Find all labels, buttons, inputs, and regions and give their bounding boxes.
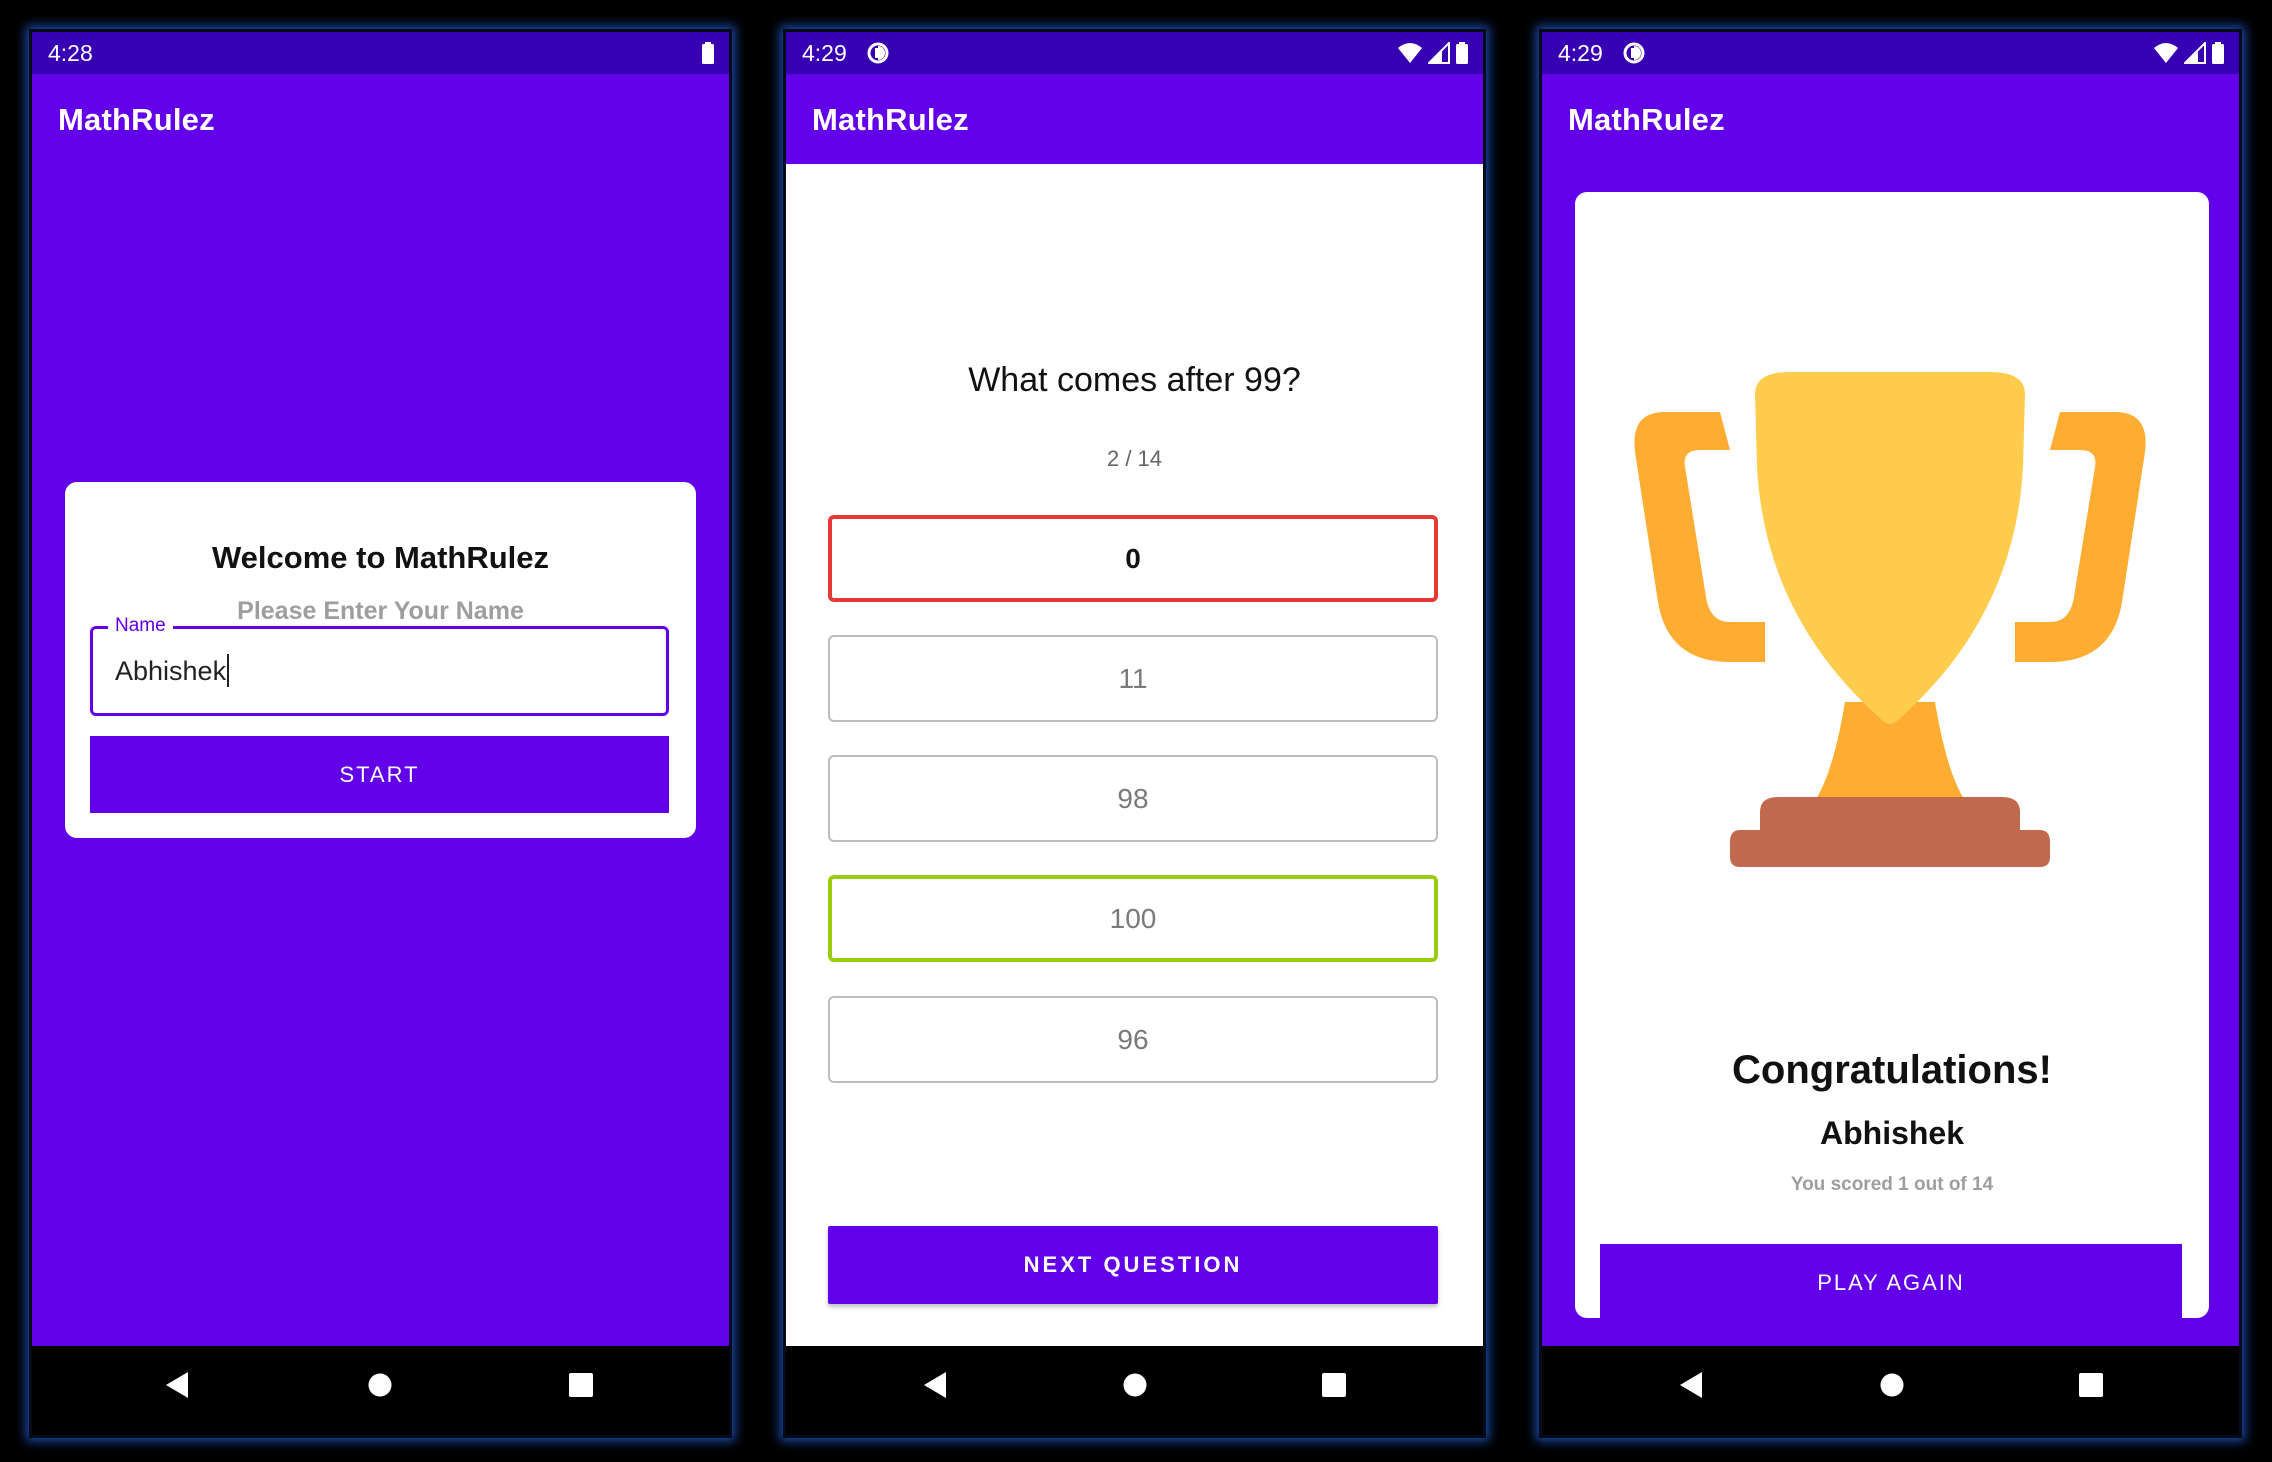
score-text: You scored 1 out of 14 xyxy=(1790,1174,1994,1195)
answer-option-correct[interactable]: 100 xyxy=(828,875,1438,962)
battery-icon xyxy=(2212,42,2224,64)
signal-icon xyxy=(2184,42,2206,64)
status-bar: 4:29 xyxy=(786,32,1483,74)
app-bar: MathRulez xyxy=(32,74,729,164)
app-title: MathRulez xyxy=(1568,102,1725,137)
sync-icon xyxy=(1623,42,1645,64)
congratulations-heading: Congratulations! xyxy=(1732,1048,2052,1092)
status-icons xyxy=(701,41,715,65)
recents-icon[interactable] xyxy=(1321,1370,1347,1400)
app-bar: MathRulez xyxy=(1542,74,2239,164)
status-time: 4:28 xyxy=(48,40,93,66)
result-card: Congratulations! Abhishek You scored 1 o… xyxy=(1575,192,2209,1321)
home-icon[interactable] xyxy=(1878,1370,1906,1400)
status-icons xyxy=(2153,41,2225,65)
status-time: 4:29 xyxy=(802,40,847,66)
home-icon[interactable] xyxy=(366,1370,394,1400)
status-time: 4:29 xyxy=(1558,40,1603,66)
question-text: What comes after 99? xyxy=(968,361,1301,399)
welcome-title: Welcome to MathRulez xyxy=(211,540,550,575)
phone-screen-welcome: 4:28 MathRulez Welcome to MathRulez Plea… xyxy=(29,29,732,1438)
start-button[interactable]: START xyxy=(90,736,669,813)
text-cursor xyxy=(227,654,230,688)
battery-icon xyxy=(1456,42,1468,64)
name-input-label: Name xyxy=(108,615,173,637)
wifi-icon xyxy=(2154,43,2178,63)
app-bar: MathRulez xyxy=(786,74,1483,164)
question-progress: 2 / 14 xyxy=(1106,446,1163,471)
next-question-button[interactable]: NEXT QUESTION xyxy=(828,1226,1438,1304)
wifi-icon xyxy=(1398,43,1422,63)
welcome-card: Welcome to MathRulez Please Enter Your N… xyxy=(65,482,696,838)
app-title: MathRulez xyxy=(812,102,969,137)
name-input-value: Abhishek xyxy=(115,656,227,686)
sync-icon xyxy=(867,42,889,64)
recents-icon[interactable] xyxy=(568,1370,594,1400)
phone-screen-quiz: 4:29 MathRulez What comes after 99? 2 / … xyxy=(783,29,1486,1438)
trophy-icon xyxy=(1634,372,2146,867)
status-bar: 4:28 xyxy=(32,32,729,74)
name-input[interactable]: Name Abhishek xyxy=(90,615,669,716)
status-icons xyxy=(1397,41,1469,65)
recents-icon[interactable] xyxy=(2078,1370,2104,1400)
back-icon[interactable] xyxy=(922,1370,948,1400)
app-title: MathRulez xyxy=(58,102,215,137)
back-icon[interactable] xyxy=(1678,1370,1704,1400)
signal-icon xyxy=(1428,42,1450,64)
back-icon[interactable] xyxy=(164,1370,190,1400)
status-bar: 4:29 xyxy=(1542,32,2239,74)
answer-option-wrong[interactable]: 0 xyxy=(828,515,1438,602)
battery-icon xyxy=(702,42,714,64)
phone-screen-result: 4:29 MathRulez Congratulations! Abhishek… xyxy=(1539,29,2242,1438)
answer-option[interactable]: 98 xyxy=(828,755,1438,842)
player-name: Abhishek xyxy=(1819,1115,1965,1151)
answer-option[interactable]: 96 xyxy=(828,996,1438,1083)
home-icon[interactable] xyxy=(1121,1370,1149,1400)
quiz-content: What comes after 99? 2 / 14 0 11 98 100 … xyxy=(786,164,1483,1346)
navigation-bar xyxy=(786,1346,1483,1435)
name-input-value-wrap: Abhishek xyxy=(115,654,230,688)
play-again-button[interactable]: PLAY AGAIN xyxy=(1600,1244,2182,1321)
answer-option[interactable]: 11 xyxy=(828,635,1438,722)
navigation-bar xyxy=(32,1346,729,1435)
navigation-bar xyxy=(1542,1346,2239,1435)
